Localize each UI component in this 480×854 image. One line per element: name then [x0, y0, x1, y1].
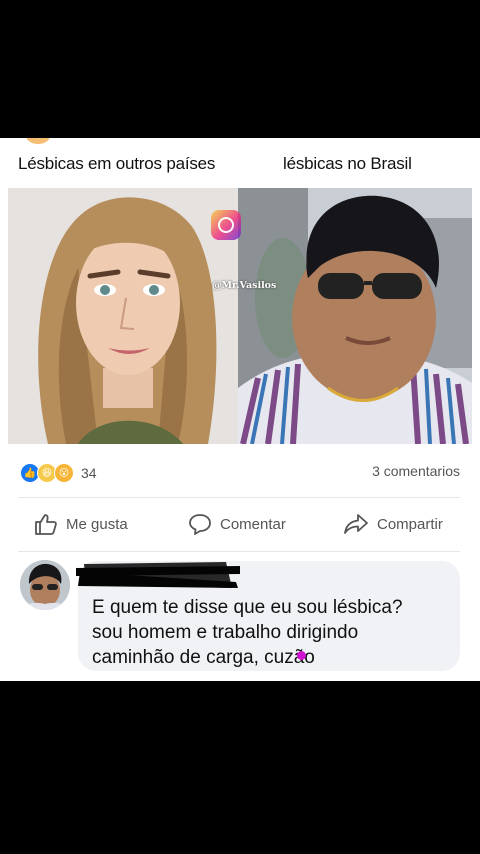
caption-right: lésbicas no Brasil [283, 154, 412, 173]
comment-button[interactable]: Comentar [188, 513, 286, 535]
comment-label: Comentar [220, 515, 286, 533]
photo-woman[interactable] [8, 188, 238, 444]
reaction-sliver [26, 138, 50, 144]
commenter-avatar[interactable] [20, 560, 70, 610]
comment-text: E quem te disse que eu sou lésbica? sou … [92, 597, 403, 668]
wow-reaction-icon: 😮 [54, 463, 74, 483]
share-arrow-icon [344, 514, 368, 534]
redacted-username [76, 562, 240, 588]
divider [18, 551, 460, 552]
like-label: Me gusta [66, 515, 128, 533]
divider [18, 497, 460, 498]
instagram-icon [211, 210, 241, 240]
facebook-post: Lésbicas em outros países lésbicas no Br… [0, 138, 480, 681]
touch-indicator [297, 651, 306, 660]
photo-man[interactable] [238, 188, 472, 444]
reaction-count: 34 [81, 465, 97, 481]
share-label: Compartir [377, 515, 443, 533]
like-button[interactable]: Me gusta [34, 513, 128, 535]
watermark: @Mr.Vasilos [212, 280, 277, 291]
comment-icon [189, 514, 211, 535]
thumbs-up-icon [35, 514, 57, 535]
comments-count-link[interactable]: 3 comentarios [372, 463, 460, 479]
share-button[interactable]: Compartir [343, 513, 443, 535]
reaction-summary[interactable]: 👍 😆 😮 34 [20, 463, 97, 483]
caption-left: Lésbicas em outros países [18, 154, 216, 173]
